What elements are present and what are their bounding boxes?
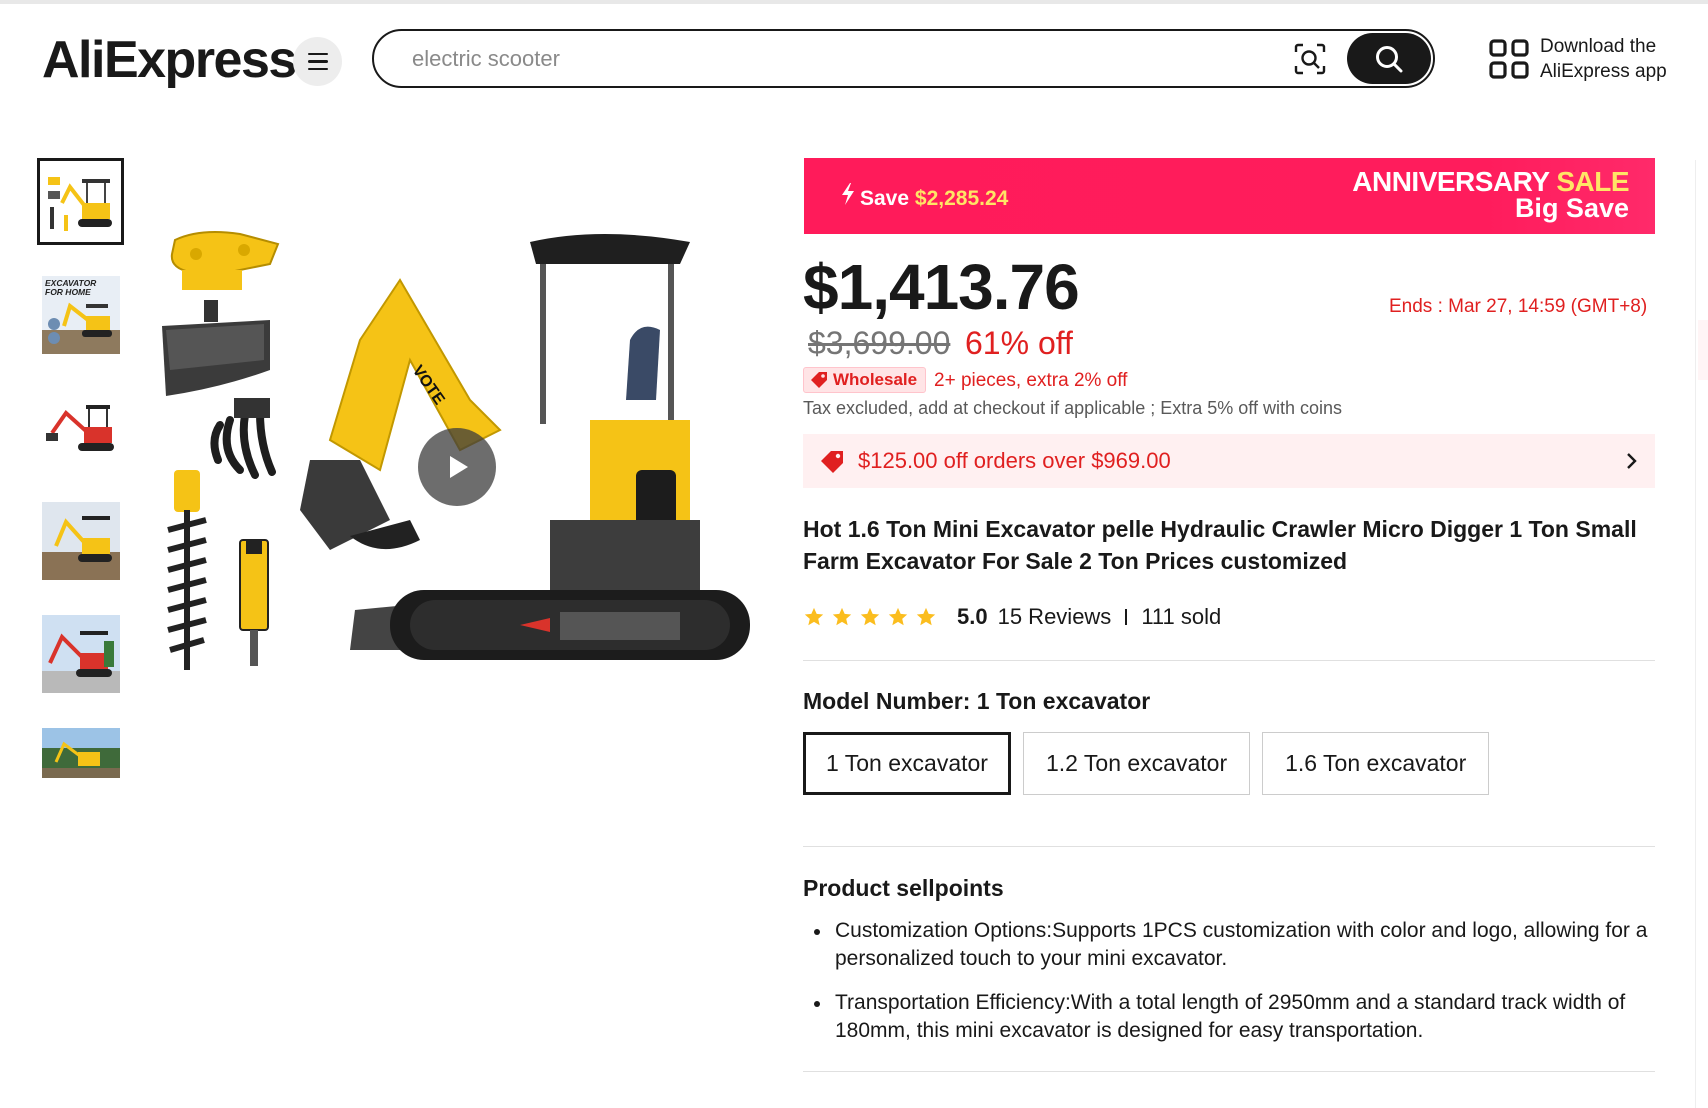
wholesale-detail: 2+ pieces, extra 2% off [934, 370, 1128, 391]
coupon-tag-icon [821, 451, 843, 473]
download-app-link[interactable]: Download the AliExpress app [1488, 34, 1667, 84]
save-amount: Save $2,285.24 [840, 183, 1008, 211]
product-title: Hot 1.6 Ton Mini Excavator pelle Hydraul… [803, 516, 1637, 574]
video-play-button[interactable] [418, 428, 496, 506]
play-icon [450, 456, 468, 478]
current-price: $1,413.76 [803, 251, 1080, 323]
divider [803, 846, 1655, 847]
divider [803, 660, 1655, 661]
qr-code-icon [1489, 39, 1529, 79]
side-panel-edge [1695, 160, 1708, 1108]
model-option-1ton[interactable]: 1 Ton excavator [803, 732, 1011, 795]
lightning-icon [842, 183, 854, 205]
breaker-attachment [239, 539, 269, 666]
thumbnail-image [41, 501, 120, 580]
coupon-text: $125.00 off orders over $969.00 [858, 448, 1171, 473]
download-app-line2: AliExpress app [1540, 61, 1667, 82]
thumbnail-image [41, 614, 120, 693]
star-icon [888, 607, 908, 626]
star-icon [832, 607, 852, 626]
svg-text:FOR HOME: FOR HOME [45, 287, 91, 297]
wholesale-badge: Wholesale [803, 367, 927, 393]
star-rating [803, 606, 943, 628]
tilt-bucket-attachment [162, 300, 270, 396]
save-label: Save [860, 187, 915, 210]
thumbnail-list: EXCAVATOR FOR HOME [37, 158, 124, 836]
rating-row: 5.0 15 Reviews 111 sold [803, 604, 1221, 630]
rating-score: 5.0 [957, 604, 988, 629]
quick-hitch-attachment [170, 231, 280, 290]
promo-banner: Save $2,285.24 ANNIVERSARY SALE Big Save [804, 158, 1655, 234]
save-value: $2,285.24 [914, 187, 1009, 210]
wholesale-label: Wholesale [833, 370, 918, 389]
star-icon [916, 607, 936, 626]
thumbnail-image [41, 162, 120, 241]
thumbnail-5[interactable] [37, 610, 124, 697]
model-option-1-6ton[interactable]: 1.6 Ton excavator [1262, 732, 1490, 795]
sellpoints-list: Customization Options:Supports 1PCS cust… [803, 917, 1655, 1061]
divider [803, 1071, 1655, 1072]
download-app-line1: Download the [1540, 36, 1657, 57]
sold-count: 111 sold [1141, 604, 1222, 629]
coupon-row[interactable]: $125.00 off orders over $969.00 [803, 434, 1655, 488]
hamburger-icon [307, 50, 328, 73]
search-bar [372, 29, 1435, 88]
reviews-link[interactable]: 15 Reviews [998, 604, 1112, 630]
aliexpress-logo[interactable]: AliExpress [42, 30, 297, 90]
auger-attachment [167, 470, 207, 670]
thumbnail-1[interactable] [37, 158, 124, 245]
menu-button[interactable] [293, 37, 342, 86]
sellpoints-title: Product sellpoints [803, 875, 1004, 901]
sellpoint-item: Transportation Efficiency:With a total l… [803, 989, 1655, 1045]
thumbnail-image [41, 727, 120, 806]
discount-percent: 61% off [965, 325, 1073, 361]
thumbnail-6[interactable] [37, 723, 124, 810]
logo-text: AliExpress [42, 31, 297, 89]
star-icon [860, 607, 880, 626]
model-number-label: Model Number: 1 Ton excavator [803, 688, 1151, 714]
divider [1125, 609, 1128, 625]
search-icon [1376, 45, 1403, 72]
thumbnail-3[interactable] [37, 384, 124, 471]
thumbnail-image: EXCAVATOR FOR HOME [41, 275, 120, 354]
thumbnail-2[interactable]: EXCAVATOR FOR HOME [37, 271, 124, 358]
chevron-right-icon [1627, 453, 1637, 469]
tax-note: Tax excluded, add at checkout if applica… [803, 398, 1342, 418]
star-icon [804, 607, 824, 626]
tag-icon [811, 372, 827, 388]
sellpoint-item: Customization Options:Supports 1PCS cust… [803, 917, 1655, 973]
image-search-icon[interactable] [1292, 41, 1328, 77]
model-option-1-2ton[interactable]: 1.2 Ton excavator [1022, 732, 1251, 795]
event-subtitle: Big Save [1514, 193, 1629, 223]
original-price: $3,699.00 [808, 325, 951, 361]
download-app-text: Download the AliExpress app [1540, 34, 1667, 84]
search-input[interactable] [412, 43, 1272, 75]
excavator-illustration: VOTE [300, 234, 750, 660]
grapple-attachment [210, 398, 276, 479]
anniversary-sale-badge: ANNIVERSARY SALE Big Save [1352, 168, 1629, 222]
top-border [0, 0, 1708, 4]
model-options: 1 Ton excavator 1.2 Ton excavator 1.6 To… [803, 732, 1501, 795]
thumbnail-4[interactable] [37, 497, 124, 584]
sale-ends-time: Ends : Mar 27, 14:59 (GMT+8) [1389, 296, 1648, 317]
thumbnail-image [41, 388, 120, 467]
search-button[interactable] [1347, 33, 1431, 84]
